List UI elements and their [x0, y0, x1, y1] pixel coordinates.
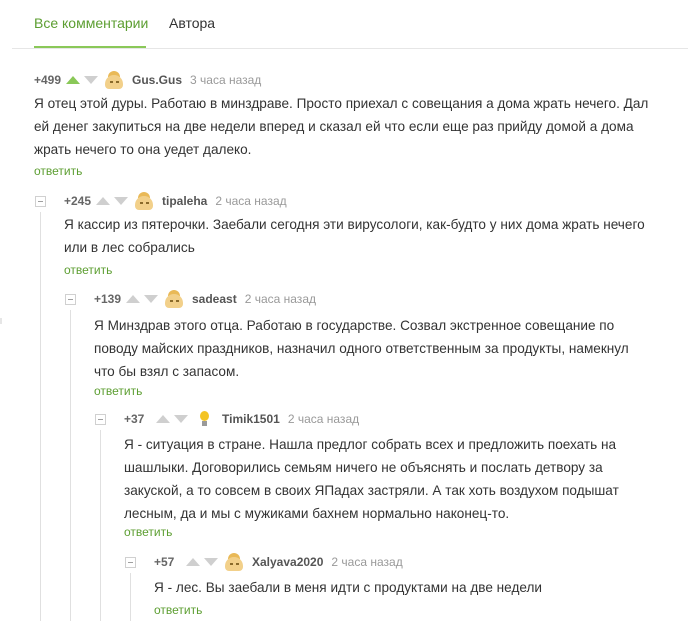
reply-link[interactable]: ответить	[124, 525, 172, 539]
comment-line: что бы взял с запасом.	[94, 364, 240, 379]
upvote-icon[interactable]	[66, 76, 80, 84]
comment-text: Я - ситуация в стране. Нашла предлог соб…	[124, 433, 674, 525]
comment-text: Я кассир из пятерочки. Заебали сегодня э…	[64, 213, 674, 259]
comment-xalyava2020: +57 Xalyava2020 2 часа назад Я - лес. Вы…	[154, 553, 684, 621]
comment-line: жрать нечего то она уедет далеко.	[34, 142, 252, 157]
comment-rating: +245	[64, 194, 92, 208]
comment-tabs: Все комментарии Автора	[0, 0, 700, 49]
avatar-icon[interactable]	[224, 553, 244, 571]
collapse-toggle[interactable]	[95, 414, 106, 425]
comment-rating: +37	[124, 412, 145, 426]
comment-line: Я кассир из пятерочки. Заебали сегодня э…	[64, 217, 645, 232]
comment-line: закуской, а то совсем в своих ЯПадах зас…	[124, 483, 619, 498]
collapse-toggle[interactable]	[65, 294, 76, 305]
comment-line: Я отец этой дуры. Работаю в минздраве. П…	[34, 96, 649, 111]
comment-time: 2 часа назад	[331, 555, 403, 569]
thread-line	[40, 212, 41, 621]
tab-author[interactable]: Автора	[169, 15, 215, 31]
comment-sadeast: +139 sadeast 2 часа назад Я Минздрав это…	[94, 290, 684, 400]
comment-author[interactable]: sadeast	[192, 292, 237, 306]
comment-header: +57 Xalyava2020 2 часа назад	[154, 553, 403, 571]
comment-timik1501: +37 Timik1501 2 часа назад Я - ситуация …	[124, 410, 684, 540]
comment-text: Я Минздрав этого отца. Работаю в государ…	[94, 314, 674, 383]
comment-header: +139 sadeast 2 часа назад	[94, 290, 316, 308]
upvote-icon[interactable]	[156, 415, 170, 423]
downvote-icon[interactable]	[144, 295, 158, 303]
reply-link[interactable]: ответить	[34, 164, 82, 178]
downvote-icon[interactable]	[114, 197, 128, 205]
comment-tipaleha: +245 tipaleha 2 часа назад Я кассир из п…	[64, 192, 684, 282]
downvote-icon[interactable]	[84, 76, 98, 84]
comment-time: 2 часа назад	[215, 194, 287, 208]
upvote-icon[interactable]	[96, 197, 110, 205]
collapse-toggle[interactable]	[35, 196, 46, 207]
comment-text: Я отец этой дуры. Работаю в минздраве. П…	[34, 92, 654, 161]
comment-time: 3 часа назад	[190, 73, 262, 87]
comment-author[interactable]: Gus.Gus	[132, 73, 182, 87]
comment-line: Я Минздрав этого отца. Работаю в государ…	[94, 318, 615, 333]
lightbulb-icon[interactable]	[194, 410, 214, 428]
comment-rating: +57	[154, 555, 175, 569]
comment-author[interactable]: Timik1501	[222, 412, 280, 426]
comment-time: 2 часа назад	[244, 292, 316, 306]
comment-line: шашлыки. Договорились семьям ничего не о…	[124, 460, 603, 475]
tabs-divider	[12, 48, 688, 49]
reply-link[interactable]: ответить	[154, 603, 202, 617]
comment-line: Я - лес. Вы заебали в меня идти с продук…	[154, 580, 543, 595]
downvote-icon[interactable]	[174, 415, 188, 423]
comment-line: Я - ситуация в стране. Нашла предлог соб…	[124, 437, 617, 452]
comment-rating: +139	[94, 292, 122, 306]
upvote-icon[interactable]	[186, 558, 200, 566]
comment-gus-gus: +499 Gus.Gus 3 часа назад Я отец этой ду…	[34, 71, 674, 181]
downvote-icon[interactable]	[204, 558, 218, 566]
thread-line	[100, 430, 101, 621]
comment-author[interactable]: Xalyava2020	[252, 555, 323, 569]
comment-header: +245 tipaleha 2 часа назад	[64, 192, 287, 210]
comment-line: лесным, да и мы с мужиками бахнем нормал…	[124, 506, 510, 521]
page-edge-mark	[0, 318, 2, 324]
comment-line: поводу майских праздников, назначил одно…	[94, 341, 629, 356]
avatar-icon[interactable]	[134, 192, 154, 210]
thread-line	[70, 310, 71, 621]
comment-author[interactable]: tipaleha	[162, 194, 207, 208]
reply-link[interactable]: ответить	[94, 384, 142, 398]
comment-header: +499 Gus.Gus 3 часа назад	[34, 71, 261, 89]
comment-time: 2 часа назад	[287, 412, 360, 426]
comment-line: или в лес собрались	[64, 240, 195, 255]
thread-line	[130, 573, 131, 621]
avatar-icon[interactable]	[104, 71, 124, 89]
comment-text: Я - лес. Вы заебали в меня идти с продук…	[154, 576, 674, 599]
comment-header: +37 Timik1501 2 часа назад	[124, 410, 359, 428]
reply-link[interactable]: ответить	[64, 263, 112, 277]
comment-rating: +499	[34, 73, 62, 87]
upvote-icon[interactable]	[126, 295, 140, 303]
tab-all-comments[interactable]: Все комментарии	[34, 15, 148, 31]
comment-line: ей денег закупиться на две недели вперед…	[34, 119, 634, 134]
avatar-icon[interactable]	[164, 290, 184, 308]
collapse-toggle[interactable]	[125, 557, 136, 568]
